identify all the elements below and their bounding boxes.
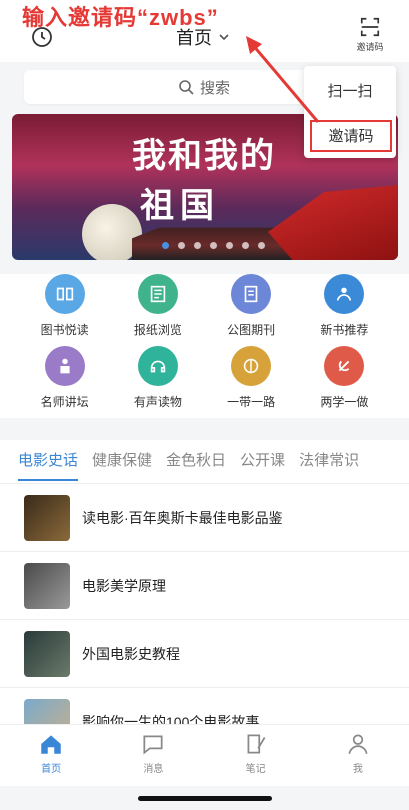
list-item[interactable]: 影响你一生的100个电影故事 bbox=[0, 688, 409, 724]
thumbnail-image bbox=[24, 630, 70, 677]
list-item[interactable]: 外国电影史教程 bbox=[0, 620, 409, 688]
grid-item-label: 有声读物 bbox=[133, 395, 182, 409]
grid-item-label: 名师讲坛 bbox=[40, 395, 89, 409]
search-icon bbox=[179, 80, 194, 95]
scan-button[interactable]: 邀请码 bbox=[351, 16, 389, 53]
headphones-icon bbox=[137, 346, 178, 386]
grid-item[interactable]: 公图期刊 bbox=[211, 274, 291, 346]
grid-item-label: 公图期刊 bbox=[227, 323, 276, 337]
carousel-dot[interactable] bbox=[210, 242, 217, 249]
nav-label: 笔记 bbox=[245, 764, 266, 775]
nav-item[interactable]: 笔记 bbox=[205, 725, 307, 786]
user-icon bbox=[348, 734, 368, 754]
list-item[interactable]: 电影美学原理 bbox=[0, 552, 409, 620]
grid-item-label: 两学一做 bbox=[320, 395, 369, 409]
newspaper-icon bbox=[137, 274, 178, 314]
content-list: 读电影·百年奥斯卡最佳电影品鉴 电影美学原理 外国电影史教程影响你一生的100个电影… bbox=[0, 484, 409, 724]
list-item-title: 外国电影史教程 bbox=[82, 645, 180, 662]
grid-item[interactable]: 名师讲坛 bbox=[25, 346, 105, 418]
tab-item[interactable]: 健康保健 bbox=[92, 440, 152, 483]
grid-item[interactable]: 有声读物 bbox=[118, 346, 198, 418]
thumbnail-image bbox=[24, 698, 70, 724]
chevron-down-icon bbox=[219, 34, 229, 41]
grid-item-label: 一带一路 bbox=[227, 395, 276, 409]
top-bar: 输入邀请码“zwbs” 首页 邀请码 bbox=[0, 0, 409, 62]
flag-graphic bbox=[268, 184, 398, 260]
search-label: 搜索 bbox=[199, 79, 230, 97]
carousel-dot[interactable] bbox=[242, 242, 249, 249]
nav-item[interactable]: 我 bbox=[307, 725, 409, 786]
note-icon bbox=[247, 734, 266, 754]
page-title-dropdown[interactable]: 首页 bbox=[176, 24, 230, 50]
book-icon bbox=[44, 274, 85, 314]
popup-menu: 扫一扫 邀请码 bbox=[304, 66, 396, 158]
message-icon bbox=[143, 735, 163, 755]
nav-item[interactable]: 消息 bbox=[102, 725, 204, 786]
belt-road-icon bbox=[231, 346, 272, 386]
popup-scan-item[interactable]: 扫一扫 bbox=[304, 80, 396, 101]
grid-item[interactable]: 图书悦读 bbox=[25, 274, 105, 346]
banner-title: 我和我的 bbox=[132, 136, 276, 176]
thumbnail-image bbox=[24, 494, 70, 541]
lecture-icon bbox=[44, 346, 85, 386]
nav-item[interactable]: 首页 bbox=[0, 725, 102, 786]
bottom-nav: 首页 消息 笔记 我 bbox=[0, 724, 409, 786]
home-indicator bbox=[138, 796, 272, 801]
scan-label: 邀请码 bbox=[356, 42, 384, 52]
carousel-dot[interactable] bbox=[178, 242, 185, 249]
carousel-dot[interactable] bbox=[258, 242, 265, 249]
grid-item-label: 图书悦读 bbox=[40, 323, 89, 337]
grid-item-label: 新书推荐 bbox=[320, 323, 369, 337]
category-tabs: 电影史话 健康保健 金色秋日 公开课 法律常识 bbox=[0, 440, 409, 484]
page-title: 首页 bbox=[176, 28, 212, 48]
grid-item-label: 报纸浏览 bbox=[133, 323, 182, 337]
tab-item[interactable]: 法律常识 bbox=[299, 440, 359, 483]
carousel-dot[interactable] bbox=[226, 242, 233, 249]
history-icon[interactable] bbox=[30, 25, 54, 49]
carousel-dot[interactable] bbox=[194, 242, 201, 249]
banner-subtitle: 祖国 bbox=[140, 186, 220, 226]
grid-item[interactable]: 报纸浏览 bbox=[118, 274, 198, 346]
grid-item[interactable]: 新书推荐 bbox=[304, 274, 384, 346]
carousel-dot[interactable] bbox=[162, 242, 169, 249]
list-item-title: 影响你一生的100个电影故事 bbox=[82, 713, 260, 725]
home-icon bbox=[41, 735, 61, 754]
scan-icon bbox=[360, 17, 380, 37]
journal-icon bbox=[231, 274, 272, 314]
party-emblem-icon bbox=[324, 346, 365, 386]
grid-item[interactable]: 一带一路 bbox=[211, 346, 291, 418]
popup-invite-code-item[interactable]: 邀请码 bbox=[310, 120, 392, 152]
tab-item[interactable]: 公开课 bbox=[240, 440, 285, 483]
grid-item[interactable]: 两学一做 bbox=[304, 346, 384, 418]
tab-item[interactable]: 金色秋日 bbox=[166, 440, 226, 483]
list-item-title: 电影美学原理 bbox=[82, 577, 166, 594]
nav-label: 消息 bbox=[143, 764, 164, 775]
list-item[interactable]: 读电影·百年奥斯卡最佳电影品鉴 bbox=[0, 484, 409, 552]
tab-item[interactable]: 电影史话 bbox=[18, 440, 79, 483]
nav-label: 我 bbox=[352, 764, 363, 775]
new-book-icon bbox=[324, 274, 365, 314]
carousel-dots bbox=[162, 242, 265, 249]
list-item-title: 读电影·百年奥斯卡最佳电影品鉴 bbox=[82, 509, 283, 526]
thumbnail-image bbox=[24, 562, 70, 609]
feature-grid: 图书悦读 报纸浏览 公图期刊 新书推荐 名师讲坛 有声读物 一带一路 两学一做 bbox=[0, 274, 409, 418]
nav-label: 首页 bbox=[41, 764, 62, 775]
